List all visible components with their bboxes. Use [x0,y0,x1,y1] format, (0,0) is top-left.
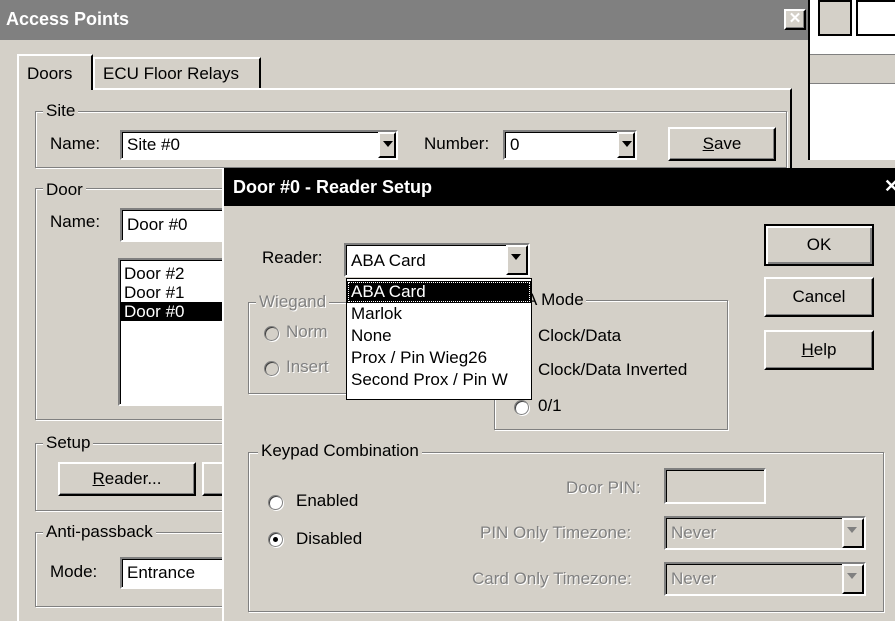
dropdown-option[interactable]: Prox / Pin Wieg26 [347,347,531,369]
wiegand-insert-radio [264,361,279,376]
reader-dropdown[interactable]: ABA Card [344,243,530,277]
wiegand-group-label: Wiegand [256,292,330,312]
wiegand-normal-label: Norm [286,322,328,341]
card-only-timezone-value: Never [671,569,717,588]
background-grid [810,54,895,84]
close-icon: ✕ [788,10,802,27]
pin-only-timezone-value: Never [671,523,717,542]
keypad-disabled-label: Disabled [296,529,363,548]
keypad-enabled-label: Enabled [296,491,359,510]
door-name-value: Door #0 [127,215,188,234]
dropdown-option[interactable]: Marlok [347,303,531,325]
save-button[interactable]: Save [668,127,776,161]
toolbar-icon [856,0,895,36]
chevron-down-icon[interactable] [378,132,396,158]
door-pin-input [664,468,766,504]
tab-ecu-floor-relays[interactable]: ECU Floor Relays [93,57,261,88]
site-name-label: Name: [50,134,101,153]
card-only-timezone-dropdown: Never [664,562,866,596]
door-group-label: Door [43,180,86,200]
dropdown-option[interactable]: ABA Card [347,281,531,303]
reader-dropdown-value: ABA Card [351,251,426,270]
tab-doors-label: Doors [27,64,73,83]
reader-label: Reader: [262,248,323,267]
mode-dropdown[interactable]: Entrance [120,557,230,589]
list-item[interactable]: Door #2 [120,264,228,283]
door-name-label: Name: [50,212,101,231]
list-item-selected[interactable]: Door #0 [120,302,228,321]
close-button[interactable]: ✕ [784,9,806,30]
chevron-down-icon[interactable] [617,132,635,158]
keypad-group-label: Keypad Combination [258,441,422,461]
aba-clock-data-label: Clock/Data [538,326,622,345]
door-name-input[interactable]: Door #0 [120,208,230,242]
site-number-dropdown[interactable]: 0 [503,130,637,160]
chevron-down-icon [842,518,864,548]
window-title: Access Points [6,9,130,29]
antipassback-group-label: Anti-passback [43,522,156,542]
aba-01-radio[interactable] [514,400,529,415]
site-name-dropdown[interactable]: Site #0 [120,130,398,160]
cancel-button[interactable]: Cancel [764,277,874,317]
card-only-timezone-label: Card Only Timezone: [472,569,632,588]
keypad-disabled-radio[interactable] [268,532,283,547]
ok-label: OK [806,235,832,254]
door-list[interactable]: Door #2 Door #1 Door #0 [118,258,230,406]
list-item[interactable]: Door #1 [120,283,228,302]
site-number-value: 0 [510,135,520,154]
site-group-label: Site [43,101,79,121]
reader-setup-dialog: Door #0 - Reader Setup ✕ Reader: ABA Car… [222,168,895,621]
wiegand-normal-radio [264,326,279,341]
dropdown-option[interactable]: None [347,325,531,347]
window-titlebar: Access Points ✕ [0,0,808,40]
wiegand-insert-label: Insert [286,357,329,376]
background-app-strip [808,0,895,160]
tab-doors[interactable]: Doors [17,54,93,90]
tab-ecu-label: ECU Floor Relays [103,64,240,83]
door-pin-label: Door PIN: [566,478,641,497]
reader-dropdown-list[interactable]: ABA Card Marlok None Prox / Pin Wieg26 S… [346,278,532,400]
aba-mode-group-label: A Mode [524,290,586,310]
toolbar-icon [818,0,852,36]
dialog-close-icon[interactable]: ✕ [884,176,895,197]
keypad-enabled-radio[interactable] [268,495,283,510]
aba-01-label: 0/1 [538,396,562,415]
reader-button-label: Reader... [92,469,162,488]
site-name-value: Site #0 [127,135,180,154]
cancel-label: Cancel [792,287,846,306]
pin-only-timezone-dropdown: Never [664,516,866,550]
mode-label: Mode: [50,562,98,581]
help-button[interactable]: Help [764,330,874,370]
dialog-title: Door #0 - Reader Setup [233,177,433,197]
dropdown-option[interactable]: Second Prox / Pin W [347,369,531,391]
site-number-label: Number: [424,134,490,153]
mode-value: Entrance [127,563,196,582]
ok-button[interactable]: OK [764,224,874,266]
dialog-titlebar: Door #0 - Reader Setup ✕ [224,168,895,206]
setup-group-label: Setup [43,433,94,453]
save-label: Save [702,134,742,153]
chevron-down-icon[interactable] [506,245,528,275]
pin-only-timezone-label: PIN Only Timezone: [480,523,632,542]
aba-clock-data-inverted-label: Clock/Data Inverted [538,360,688,379]
help-label: Help [801,340,837,359]
reader-button[interactable]: Reader... [58,462,196,496]
chevron-down-icon [842,564,864,594]
